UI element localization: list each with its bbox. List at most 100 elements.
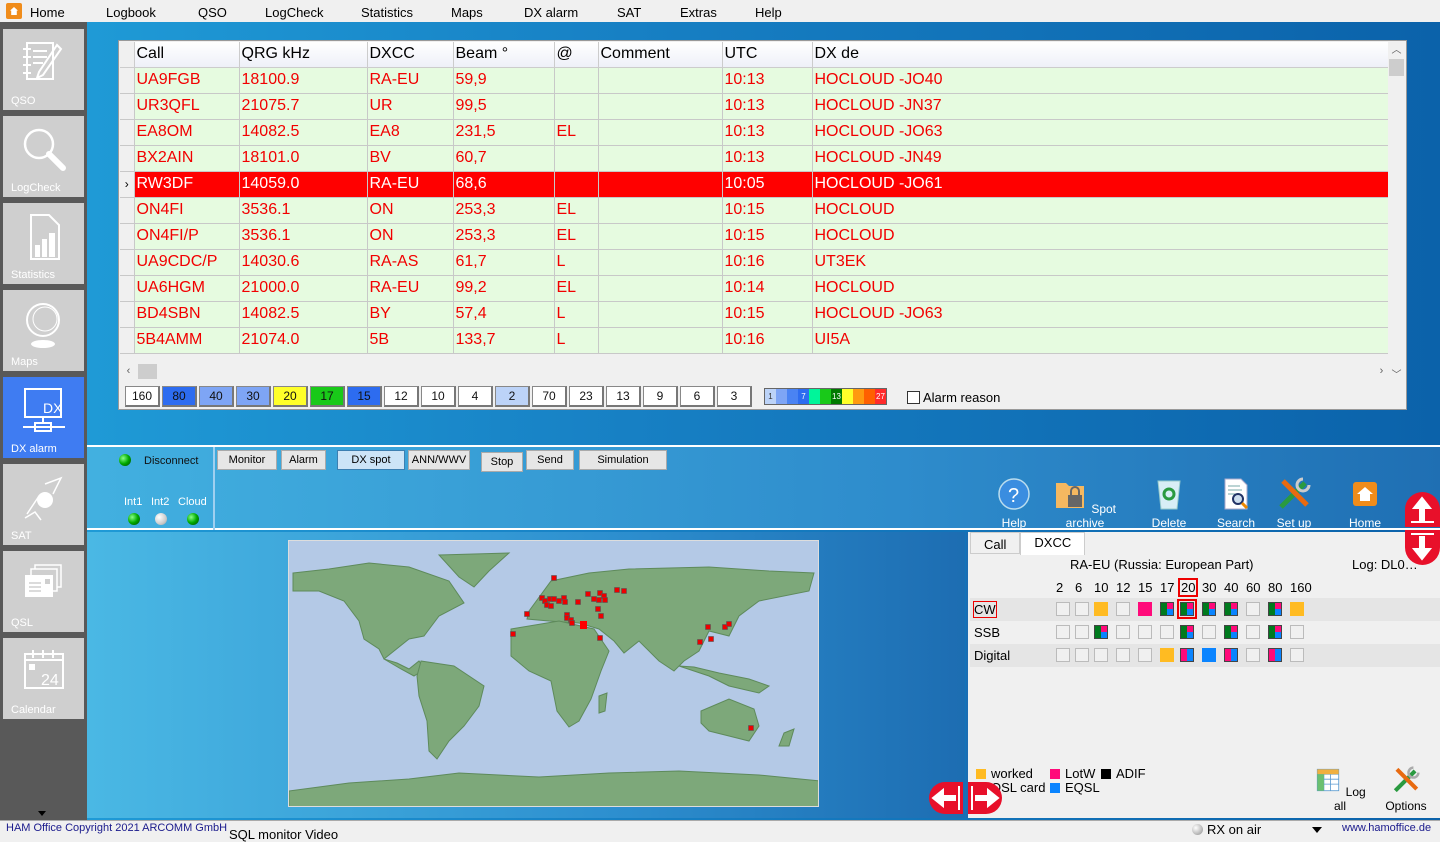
status-cell[interactable] — [1116, 602, 1130, 616]
spot-marker[interactable] — [585, 591, 591, 597]
cell-dxcc[interactable]: BV — [367, 145, 454, 172]
cell-qrg[interactable]: 14030.6 — [239, 249, 368, 276]
row-indicator[interactable] — [120, 275, 135, 302]
col-beam[interactable]: Beam ° — [453, 42, 555, 68]
status-cell[interactable] — [1056, 648, 1070, 662]
row-indicator[interactable] — [120, 249, 135, 276]
band-filter-160[interactable]: 160 — [125, 386, 160, 407]
band-filter-23[interactable]: 23 — [569, 386, 604, 407]
table-row[interactable]: UA9CDC/P 14030.6 RA-AS 61,7 L 10:16 UT3EK — [120, 249, 1390, 276]
status-cell[interactable] — [1160, 602, 1174, 616]
help-button[interactable]: ? Help — [990, 477, 1038, 530]
send-button[interactable]: Send — [526, 450, 574, 470]
cell-dxde[interactable]: HOCLOUD — [812, 275, 1390, 302]
spot-marker[interactable] — [524, 611, 530, 617]
cell-utc[interactable]: 10:15 — [722, 197, 813, 224]
status-cell[interactable] — [1116, 625, 1130, 639]
cell-at[interactable]: L — [554, 249, 599, 276]
cell-beam[interactable]: 253,3 — [453, 197, 555, 224]
spot-marker[interactable] — [614, 587, 620, 593]
col-call[interactable]: Call — [134, 42, 240, 68]
world-map[interactable] — [288, 540, 819, 807]
status-cell[interactable] — [1160, 648, 1174, 662]
band-filter-17[interactable]: 17 — [310, 386, 345, 407]
spot-marker[interactable] — [705, 624, 711, 630]
status-cell[interactable] — [1094, 625, 1108, 639]
cell-comment[interactable] — [598, 197, 723, 224]
dropdown-arrow-icon[interactable] — [1312, 827, 1322, 833]
cell-beam[interactable]: 133,7 — [453, 327, 555, 354]
status-cell[interactable] — [1290, 602, 1304, 616]
cell-call[interactable]: ON4FI — [134, 197, 240, 224]
alarm-reason-checkbox[interactable]: Alarm reason — [907, 390, 1000, 405]
status-cell[interactable] — [1056, 602, 1070, 616]
cell-utc[interactable]: 10:14 — [722, 275, 813, 302]
band-filter-6[interactable]: 6 — [680, 386, 715, 407]
status-cell[interactable] — [1094, 648, 1108, 662]
col-dxcc[interactable]: DXCC — [367, 42, 454, 68]
table-row[interactable]: UR3QFL 21075.7 UR 99,5 10:13 HOCLOUD -JN37 — [120, 93, 1390, 120]
cell-call[interactable]: UA9CDC/P — [134, 249, 240, 276]
cell-dxde[interactable]: UT3EK — [812, 249, 1390, 276]
status-cell[interactable] — [1202, 625, 1216, 639]
spot-marker[interactable] — [697, 639, 703, 645]
band-filter-20[interactable]: 20 — [273, 386, 308, 407]
cell-at[interactable]: L — [554, 327, 599, 354]
menu-maps[interactable]: Maps — [451, 5, 483, 20]
cell-at[interactable] — [554, 145, 599, 172]
selected-spot-marker[interactable] — [580, 621, 587, 629]
cell-call[interactable]: BX2AIN — [134, 145, 240, 172]
status-cell[interactable] — [1180, 648, 1194, 662]
cell-dxcc[interactable]: RA-EU — [367, 275, 454, 302]
status-cell[interactable] — [1056, 625, 1070, 639]
cell-dxcc[interactable]: ON — [367, 197, 454, 224]
cell-at[interactable]: EL — [554, 223, 599, 250]
cell-dxde[interactable]: HOCLOUD -JN49 — [812, 145, 1390, 172]
monitor-button[interactable]: Monitor — [217, 450, 277, 470]
cell-qrg[interactable]: 21074.0 — [239, 327, 368, 354]
cell-utc[interactable]: 10:16 — [722, 327, 813, 354]
row-indicator[interactable] — [120, 301, 135, 328]
table-row[interactable]: BX2AIN 18101.0 BV 60,7 10:13 HOCLOUD -JN49 — [120, 145, 1390, 172]
cell-utc[interactable]: 10:13 — [722, 145, 813, 172]
cell-utc[interactable]: 10:16 — [722, 249, 813, 276]
status-cell[interactable] — [1075, 648, 1089, 662]
cell-call[interactable]: BD4SBN — [134, 301, 240, 328]
scroll-up-icon[interactable]: ︿ — [1388, 42, 1405, 59]
status-cell[interactable] — [1116, 648, 1130, 662]
band-filter-2[interactable]: 2 — [495, 386, 530, 407]
cell-at[interactable]: EL — [554, 197, 599, 224]
ann-wwv-button[interactable]: ANN/WWV — [408, 450, 470, 470]
menu-statistics[interactable]: Statistics — [361, 5, 413, 20]
cell-utc[interactable]: 10:15 — [722, 223, 813, 250]
status-cell[interactable] — [1202, 602, 1216, 616]
cell-dxde[interactable]: HOCLOUD — [812, 223, 1390, 250]
sidebar-item-sat[interactable]: SAT — [3, 464, 84, 545]
simulation-button[interactable]: Simulation — [579, 450, 667, 470]
spot-marker[interactable] — [726, 621, 732, 627]
row-indicator[interactable] — [120, 223, 135, 250]
col-qrg[interactable]: QRG kHz — [239, 42, 368, 68]
sidebar-item-dx-alarm[interactable]: DX DX alarm — [3, 377, 84, 458]
row-indicator[interactable] — [120, 145, 135, 172]
cell-dxde[interactable]: HOCLOUD -JO63 — [812, 301, 1390, 328]
sidebar-item-calendar[interactable]: 24 Calendar — [3, 638, 84, 719]
row-indicator[interactable] — [120, 67, 135, 94]
band-filter-4[interactable]: 4 — [458, 386, 493, 407]
cell-dxcc[interactable]: ON — [367, 223, 454, 250]
cell-call[interactable]: RW3DF — [134, 171, 240, 198]
spot-marker[interactable] — [551, 575, 557, 581]
cell-at[interactable] — [554, 67, 599, 94]
spot-marker[interactable] — [510, 631, 516, 637]
menu-logbook[interactable]: Logbook — [106, 5, 156, 20]
set-up-button[interactable]: Set up — [1270, 477, 1318, 530]
col-dx-de[interactable]: DX de — [812, 42, 1390, 68]
status-cell[interactable] — [1224, 602, 1238, 616]
cell-utc[interactable]: 10:13 — [722, 93, 813, 120]
cell-dxcc[interactable]: RA-EU — [367, 171, 454, 198]
cell-dxde[interactable]: HOCLOUD -JO40 — [812, 67, 1390, 94]
cell-call[interactable]: UR3QFL — [134, 93, 240, 120]
status-cell[interactable] — [1094, 602, 1108, 616]
cell-comment[interactable] — [598, 93, 723, 120]
move-down-button[interactable] — [1405, 530, 1440, 565]
